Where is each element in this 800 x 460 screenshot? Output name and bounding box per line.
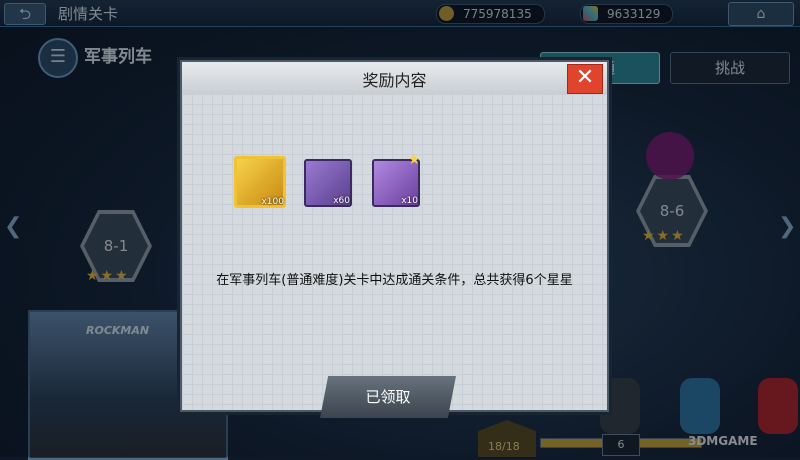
reward-condition-text: 在军事列车(普通难度)关卡中达成通关条件，总共获得6个星星 [216, 273, 573, 288]
dialog-body: x100 x60 x10 ★ 在军事列车(普通难度)关卡中达成通关条件，总共获得… [182, 94, 607, 418]
dialog-header: 奖励内容 ✕ [182, 62, 607, 95]
star-badge-icon: ★ [408, 152, 421, 168]
close-button[interactable]: ✕ [567, 64, 603, 94]
reward-item[interactable]: x100 [234, 156, 286, 208]
reward-item[interactable]: x60 [304, 159, 352, 207]
dialog-title: 奖励内容 [362, 71, 427, 90]
claimed-button[interactable]: 已领取 [320, 376, 456, 418]
reward-qty: x10 [401, 196, 418, 206]
close-icon: ✕ [575, 65, 595, 90]
reward-dialog: 奖励内容 ✕ x100 x60 x10 ★ 在军事列车(普通难度)关卡中达成通关… [180, 60, 609, 418]
reward-qty: x60 [333, 196, 350, 206]
reward-qty: x100 [261, 197, 284, 207]
